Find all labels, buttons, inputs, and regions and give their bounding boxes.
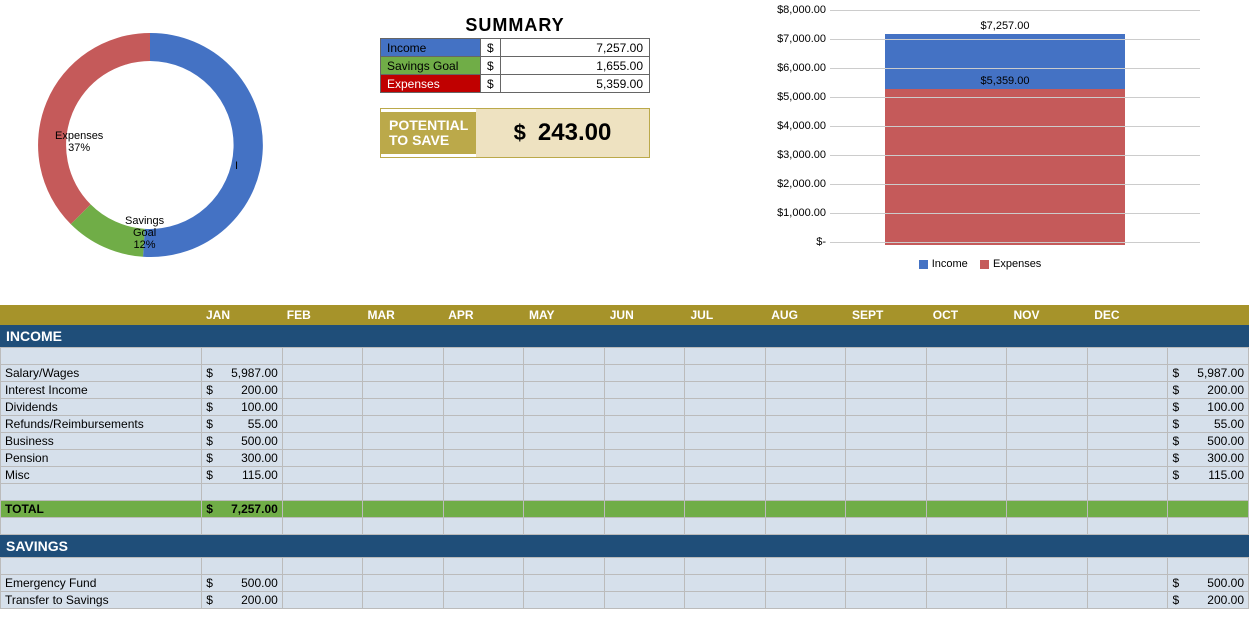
- month-jun: JUN: [604, 308, 685, 322]
- income-row-label: Refunds/Reimbursements: [1, 416, 202, 433]
- income-row-label: Salary/Wages: [1, 365, 202, 382]
- potential-label: POTENTIAL TO SAVE: [381, 112, 476, 155]
- month-feb: FEB: [281, 308, 362, 322]
- summary-income-label: Income: [381, 39, 481, 57]
- month-jan: JAN: [200, 308, 281, 322]
- bar-expenses-value: $5,359.00: [885, 75, 1125, 87]
- income-row-label: Business: [1, 433, 202, 450]
- income-row-label: Pension: [1, 450, 202, 467]
- savings-jan-cell[interactable]: $200.00: [202, 592, 283, 609]
- summary-title: SUMMARY: [380, 15, 650, 36]
- month-may: MAY: [523, 308, 604, 322]
- bar-income-value: $7,257.00: [885, 20, 1125, 32]
- income-row-label: Dividends: [1, 399, 202, 416]
- income-row-total: $300.00: [1168, 450, 1249, 467]
- month-aug: AUG: [765, 308, 846, 322]
- month-mar: MAR: [362, 308, 443, 322]
- summary-expenses-label: Expenses: [381, 75, 481, 93]
- income-row-total: $100.00: [1168, 399, 1249, 416]
- income-jan-cell[interactable]: $500.00: [202, 433, 283, 450]
- donut-chart: I SavingsGoal12% Expenses37%: [10, 5, 380, 285]
- potential-to-save-box: POTENTIAL TO SAVE $243.00: [380, 108, 650, 158]
- summary-table: Income$7,257.00 Savings Goal$1,655.00 Ex…: [380, 38, 650, 93]
- savings-row-total: $200.00: [1168, 592, 1249, 609]
- income-jan-cell[interactable]: $5,987.00: [202, 365, 283, 382]
- potential-value: 243.00: [538, 119, 611, 147]
- summary-expenses-value: 5,359.00: [501, 75, 650, 93]
- summary-block: SUMMARY Income$7,257.00 Savings Goal$1,6…: [380, 5, 650, 285]
- savings-row-label: Emergency Fund: [1, 575, 202, 592]
- months-header: JANFEBMARAPRMAYJUNJULAUGSEPTOCTNOVDEC: [0, 305, 1249, 325]
- income-row-total: $115.00: [1168, 467, 1249, 484]
- month-jul: JUL: [685, 308, 766, 322]
- bar-legend: Income Expenses: [760, 258, 1200, 270]
- savings-header: SAVINGS: [0, 535, 1249, 557]
- donut-label-income: I: [235, 160, 238, 172]
- income-row-total: $5,987.00: [1168, 365, 1249, 382]
- income-total-label: TOTAL: [1, 501, 202, 518]
- income-header: INCOME: [0, 325, 1249, 347]
- income-jan-cell[interactable]: $55.00: [202, 416, 283, 433]
- bar-chart: $8,000.00$7,000.00$6,000.00$5,000.00$4,0…: [760, 10, 1200, 275]
- income-row-total: $500.00: [1168, 433, 1249, 450]
- summary-income-value: 7,257.00: [501, 39, 650, 57]
- donut-label-expenses: Expenses37%: [55, 130, 103, 154]
- savings-row-label: Transfer to Savings: [1, 592, 202, 609]
- month-apr: APR: [442, 308, 523, 322]
- income-row-total: $200.00: [1168, 382, 1249, 399]
- summary-savings-value: 1,655.00: [501, 57, 650, 75]
- income-total-jan: $7,257.00: [202, 501, 283, 518]
- income-jan-cell[interactable]: $115.00: [202, 467, 283, 484]
- income-table: Salary/Wages$5,987.00$5,987.00Interest I…: [0, 347, 1249, 535]
- donut-label-savings: SavingsGoal12%: [125, 215, 164, 251]
- month-oct: OCT: [927, 308, 1008, 322]
- income-row-total: $55.00: [1168, 416, 1249, 433]
- savings-table: Emergency Fund$500.00$500.00Transfer to …: [0, 557, 1249, 609]
- summary-savings-label: Savings Goal: [381, 57, 481, 75]
- income-row-label: Misc: [1, 467, 202, 484]
- month-dec: DEC: [1088, 308, 1169, 322]
- savings-row-total: $500.00: [1168, 575, 1249, 592]
- income-jan-cell[interactable]: $200.00: [202, 382, 283, 399]
- income-jan-cell[interactable]: $100.00: [202, 399, 283, 416]
- month-nov: NOV: [1008, 308, 1089, 322]
- income-row-label: Interest Income: [1, 382, 202, 399]
- month-sept: SEPT: [846, 308, 927, 322]
- income-jan-cell[interactable]: $300.00: [202, 450, 283, 467]
- savings-jan-cell[interactable]: $500.00: [202, 575, 283, 592]
